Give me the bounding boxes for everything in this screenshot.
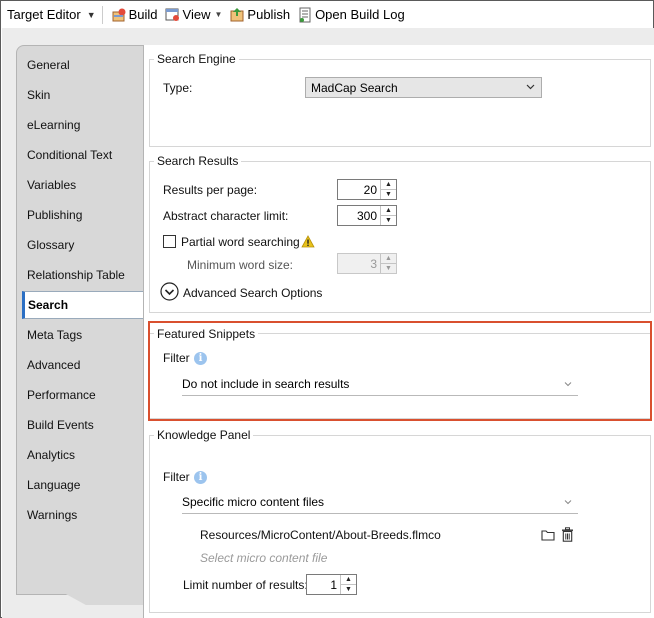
arrow-down-icon[interactable]: ▼ [381,215,396,224]
tab-analytics[interactable]: Analytics [27,448,75,462]
partial-word-label[interactable]: Partial word searching [181,235,300,249]
publish-icon [229,7,245,23]
tab-performance[interactable]: Performance [27,388,96,402]
arrow-up-icon[interactable]: ▲ [381,206,396,215]
arrow-down-icon[interactable]: ▼ [381,263,396,272]
view-button[interactable]: View ▼ [163,4,225,26]
tab-build-events[interactable]: Build Events [27,418,94,432]
search-engine-legend: Search Engine [154,52,239,66]
tab-variables[interactable]: Variables [27,178,76,192]
tab-search[interactable]: Search [22,291,143,319]
min-word-size-label: Minimum word size: [187,258,294,272]
tab-general[interactable]: General [27,58,70,72]
title-dropdown-icon[interactable]: ▼ [87,10,96,20]
chevron-down-icon [564,500,572,505]
expand-chevron-icon[interactable] [160,282,179,301]
knowledge-panel-legend: Knowledge Panel [154,428,254,442]
chevron-down-icon [526,84,535,90]
window-title: Target Editor [7,7,81,22]
toolbar: Target Editor ▼ Build View ▼ Publish Ope… [1,1,653,28]
limit-results-label: Limit number of results: [183,578,308,592]
view-icon [165,7,181,23]
partial-word-checkbox[interactable] [163,235,176,248]
tab-search-label: Search [28,298,69,312]
tab-language[interactable]: Language [27,478,80,492]
min-word-size-arrows[interactable]: ▲ ▼ [380,254,396,273]
tab-glossary[interactable]: Glossary [27,238,74,252]
limit-results-arrows[interactable]: ▲ ▼ [340,575,356,594]
view-label: View [182,7,211,22]
arrow-up-icon[interactable]: ▲ [381,180,396,189]
results-per-page-arrows[interactable]: ▲ ▼ [380,180,396,199]
micro-content-file-path: Resources/MicroContent/About-Breeds.flmc… [200,528,441,542]
advanced-search-options-toggle[interactable]: Advanced Search Options [183,286,322,300]
tab-meta-tags[interactable]: Meta Tags [27,328,82,342]
arrow-down-icon[interactable]: ▼ [381,189,396,198]
publish-label: Publish [247,7,291,22]
limit-results-stepper[interactable]: 1 ▲ ▼ [306,574,357,595]
tab-publishing[interactable]: Publishing [27,208,82,222]
min-word-size-stepper[interactable]: 3 ▲ ▼ [337,253,397,274]
view-dropdown-icon[interactable]: ▼ [215,10,223,19]
search-type-value: MadCap Search [311,81,398,95]
limit-results-value: 1 [330,578,337,592]
arrow-up-icon[interactable]: ▲ [381,254,396,263]
abstract-limit-label: Abstract character limit: [163,209,289,223]
warning-icon [301,235,315,248]
tab-skin[interactable]: Skin [27,88,50,102]
folder-icon[interactable] [541,529,555,541]
open-build-log-button[interactable]: Open Build Log [295,4,407,26]
abstract-limit-stepper[interactable]: 300 ▲ ▼ [337,205,397,226]
tab-warnings[interactable]: Warnings [27,508,77,522]
knowledge-filter-value: Specific micro content files [182,495,325,509]
tab-conditional-text[interactable]: Conditional Text [27,148,112,162]
tab-advanced[interactable]: Advanced [27,358,80,372]
abstract-limit-arrows[interactable]: ▲ ▼ [380,206,396,225]
select-micro-content-placeholder[interactable]: Select micro content file [200,551,327,565]
results-per-page-value: 20 [363,183,377,197]
tab-elearning[interactable]: eLearning [27,118,80,132]
results-per-page-label: Results per page: [163,183,258,197]
tab-relationship-table[interactable]: Relationship Table [27,268,125,282]
results-per-page-stepper[interactable]: 20 ▲ ▼ [337,179,397,200]
min-word-size-value: 3 [370,257,377,271]
abstract-limit-value: 300 [356,209,377,223]
search-type-select[interactable]: MadCap Search [305,77,542,98]
arrow-up-icon[interactable]: ▲ [341,575,356,584]
build-button[interactable]: Build [109,4,160,26]
publish-button[interactable]: Publish [227,4,292,26]
knowledge-filter-label: Filter [163,470,190,484]
log-document-icon [297,7,313,23]
type-label: Type: [163,81,193,95]
search-results-legend: Search Results [154,154,242,168]
build-label: Build [128,7,158,22]
knowledge-filter-select[interactable]: Specific micro content files [182,492,578,514]
open-build-log-label: Open Build Log [315,7,405,22]
trash-icon[interactable] [561,527,574,542]
search-engine-frame [149,59,651,147]
target-editor-window: Target Editor ▼ Build View ▼ Publish Ope… [0,0,654,618]
arrow-down-icon[interactable]: ▼ [341,584,356,593]
toolbar-separator [101,5,103,24]
featured-snippets-highlight [148,321,652,421]
build-icon [111,7,127,23]
info-icon[interactable]: i [194,471,207,484]
